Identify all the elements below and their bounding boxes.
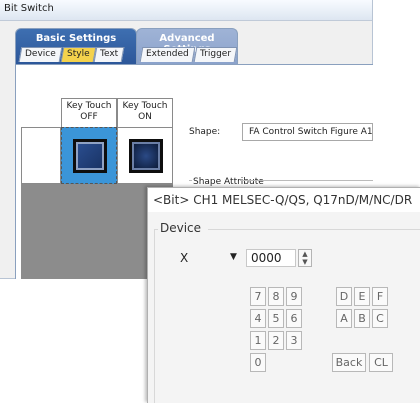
key-3[interactable]: 3 <box>286 331 302 350</box>
key-c[interactable]: C <box>372 309 388 328</box>
device-dialog-title: <Bit> CH1 MELSEC-Q/QS, Q17nD/M/NC/DR <box>148 188 420 212</box>
key-touch-off-header: Key Touch OFF <box>61 98 117 128</box>
key-touch-on-preview[interactable] <box>117 127 173 184</box>
switch-on-icon <box>129 139 163 173</box>
device-type-select[interactable]: X ▼ <box>170 249 240 267</box>
device-dialog: <Bit> CH1 MELSEC-Q/QS, Q17nD/M/NC/DR Dev… <box>147 187 420 403</box>
key-touch-off-preview[interactable] <box>61 127 117 184</box>
key-a[interactable]: A <box>336 309 352 328</box>
key-e[interactable]: E <box>354 287 370 306</box>
key-4[interactable]: 4 <box>250 309 266 328</box>
clear-button[interactable]: CL <box>369 353 393 372</box>
chevron-down-icon[interactable]: ▼ <box>230 248 237 266</box>
back-button[interactable]: Back <box>332 353 366 372</box>
basic-settings-label: Basic Settings <box>35 33 117 44</box>
key-5[interactable]: 5 <box>268 309 284 328</box>
switch-off-icon <box>73 139 107 173</box>
shape-label: Shape: <box>189 127 221 137</box>
spinner-icon[interactable]: ▲ ▼ <box>298 249 312 267</box>
key-8[interactable]: 8 <box>268 287 284 306</box>
key-1[interactable]: 1 <box>250 331 266 350</box>
tab-device[interactable]: Device <box>18 47 63 62</box>
shape-attribute-label: Shape Attribute <box>193 177 264 187</box>
tab-extended[interactable]: Extended <box>139 47 196 62</box>
basic-settings-tab-group[interactable]: Basic Settings Device Style Text <box>15 28 137 65</box>
tab-text[interactable]: Text <box>94 47 125 62</box>
advanced-settings-tab-group[interactable]: Advanced Settings Extended Trigger <box>136 28 238 65</box>
key-d[interactable]: D <box>336 287 352 306</box>
key-f[interactable]: F <box>372 287 388 306</box>
key-touch-on-header: Key Touch ON <box>117 98 173 128</box>
dialog-title: Bit Switch <box>0 0 372 21</box>
device-number-input[interactable]: 0000 <box>246 249 296 267</box>
key-0[interactable]: 0 <box>250 353 266 372</box>
key-2[interactable]: 2 <box>268 331 284 350</box>
shape-field[interactable]: FA Control Switch Figure A1 : <box>242 123 373 141</box>
key-6[interactable]: 6 <box>286 309 302 328</box>
key-b[interactable]: B <box>354 309 370 328</box>
key-9[interactable]: 9 <box>286 287 302 306</box>
key-7[interactable]: 7 <box>250 287 266 306</box>
tab-style[interactable]: Style <box>60 47 96 62</box>
tab-trigger[interactable]: Trigger <box>193 47 238 62</box>
device-group-label: Device <box>160 221 206 235</box>
preview-row-header <box>21 127 61 184</box>
device-type-value: X <box>180 251 189 265</box>
